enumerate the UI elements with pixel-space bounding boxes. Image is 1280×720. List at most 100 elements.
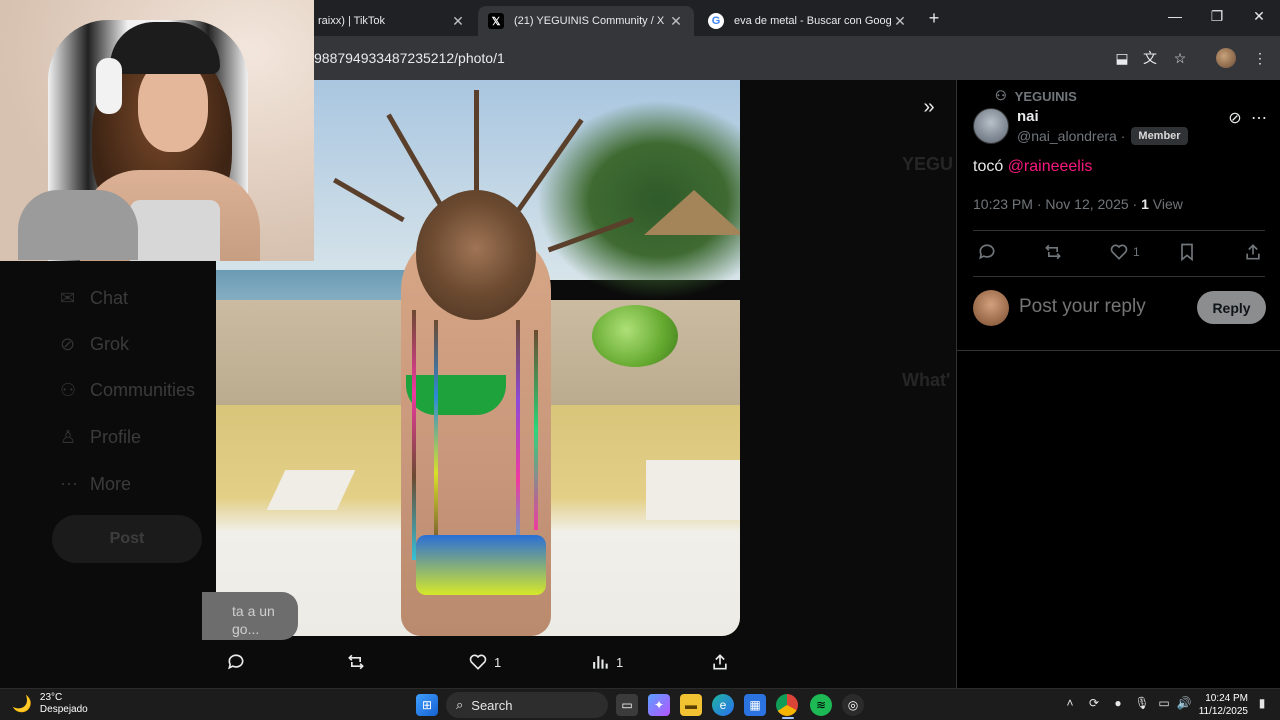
nav-grok[interactable]: ⊘ Grok — [60, 334, 129, 355]
clock-time: 10:24 PM — [1205, 693, 1248, 704]
views-label: View — [1148, 196, 1183, 212]
photo-hair-spike — [474, 90, 479, 200]
volume-icon[interactable]: 🔊 — [1176, 696, 1192, 710]
mail-icon: ✉ — [60, 288, 76, 308]
x-logo-icon: 𝕏 — [488, 13, 504, 29]
heart-icon — [1110, 244, 1128, 260]
photo-braid — [534, 330, 538, 530]
moon-icon: 🌙 — [12, 696, 32, 713]
community-label[interactable]: ⚇ YEGUINIS — [995, 88, 1077, 104]
minimize-button[interactable]: — — [1160, 8, 1190, 24]
close-icon[interactable]: ✕ — [450, 13, 466, 30]
spotify-icon[interactable]: ≋ — [810, 694, 832, 716]
notifications-icon[interactable]: ▮ — [1254, 696, 1270, 710]
nav-label: Grok — [90, 334, 130, 354]
member-badge: Member — [1131, 127, 1188, 145]
url-field[interactable]: 988794933487235212/photo/1 — [314, 50, 505, 66]
share-icon — [713, 654, 727, 670]
nav-profile[interactable]: ♙ Profile — [60, 427, 141, 448]
like-count: 1 — [494, 654, 502, 670]
nav-label: More — [90, 474, 132, 494]
like-button[interactable]: 1 — [1109, 242, 1140, 262]
temperature: 23°C — [39, 692, 63, 703]
weather-widget[interactable]: 🌙 23°C Despejado — [12, 692, 88, 716]
tweet-timestamp[interactable]: 10:23 PM · Nov 12, 2025 · — [973, 196, 1141, 212]
taskbar-search[interactable]: ⌕ Search — [446, 692, 608, 718]
current-user-avatar — [973, 290, 1009, 326]
weather-text: 23°C Despejado — [40, 692, 88, 716]
bookmark-button[interactable] — [1177, 242, 1201, 262]
nav-communities[interactable]: ⚇ Communities — [60, 380, 195, 401]
microphone-icon[interactable]: 🎙 — [1134, 696, 1150, 710]
tab-google[interactable]: G eva de metal - Buscar con Google ✕ — [698, 6, 918, 36]
window-close-button[interactable]: ✕ — [1244, 8, 1274, 25]
communities-icon: ⚇ — [60, 380, 77, 400]
photo-braid — [412, 310, 416, 560]
post-button[interactable]: Post — [52, 515, 202, 563]
obs-icon[interactable]: ◎ — [842, 694, 864, 716]
chrome-icon[interactable] — [776, 694, 798, 716]
photo-share-button[interactable] — [710, 652, 736, 672]
taskbar: 🌙 23°C Despejado ⊞ ⌕ Search ▭ ✦ ▬ e ▦ ≋ … — [0, 688, 1280, 720]
tab-label: raixx) | TikTok — [318, 15, 386, 27]
caption-bubble: ta a un go... — [202, 592, 298, 640]
nav-chat[interactable]: ✉ Chat — [60, 288, 128, 309]
edge-icon[interactable]: e — [712, 694, 734, 716]
network-icon[interactable]: ▭ — [1156, 696, 1172, 710]
repost-button[interactable] — [1043, 242, 1067, 262]
tab-label: eva de metal - Buscar con Google — [734, 15, 892, 27]
chevron-up-icon[interactable]: ˄ — [1062, 696, 1078, 710]
reply-input[interactable] — [1019, 296, 1189, 318]
close-icon[interactable]: ✕ — [668, 13, 684, 30]
share-button[interactable] — [1243, 242, 1267, 262]
translate-icon[interactable]: 文 — [1140, 48, 1160, 68]
more-options-icon[interactable]: ⋯ — [1249, 108, 1269, 128]
menu-kebab-icon[interactable]: ⋮ — [1250, 48, 1270, 68]
tab-yeguinis[interactable]: 𝕏 (21) YEGUINIS Community / X ✕ — [478, 6, 694, 36]
nav-label: Communities — [90, 380, 196, 400]
expand-panel-icon[interactable]: » — [916, 96, 942, 122]
windows-start-icon[interactable]: ⊞ — [416, 694, 438, 716]
photo-views-button[interactable]: 1 — [590, 652, 623, 672]
divider — [973, 276, 1265, 277]
reply-button[interactable] — [977, 242, 1001, 262]
file-explorer-icon[interactable]: ▬ — [680, 694, 702, 716]
store-icon[interactable]: ▦ — [744, 694, 766, 716]
photo-action-bar: 1 1 — [216, 648, 740, 678]
photo-coconut — [592, 305, 678, 367]
bookmark-star-icon[interactable]: ☆ — [1170, 48, 1190, 68]
app-tray-icon[interactable]: ● — [1110, 696, 1126, 710]
photo-reply-button[interactable] — [226, 652, 252, 672]
share-icon — [1246, 244, 1260, 260]
install-app-icon[interactable]: ⬓ — [1112, 48, 1132, 68]
tweet-text-prefix: tocó — [973, 158, 1008, 175]
webcam-top — [130, 200, 220, 261]
search-label: Search — [471, 697, 513, 713]
nav-more[interactable]: ⋯ More — [60, 474, 131, 495]
heart-icon — [469, 654, 487, 670]
copilot-icon[interactable]: ✦ — [648, 694, 670, 716]
new-tab-button[interactable]: + — [924, 8, 944, 29]
tab-tiktok[interactable]: raixx) | TikTok ✕ — [308, 6, 476, 36]
views-chart-icon — [593, 656, 608, 669]
author-handle-row: @nai_alondrera · Member — [1017, 127, 1188, 145]
repost-icon — [1045, 244, 1061, 260]
photo-repost-button[interactable] — [346, 652, 372, 672]
close-icon[interactable]: ✕ — [892, 13, 908, 30]
reply-submit-button[interactable]: Reply — [1197, 291, 1266, 324]
mention-link[interactable]: @raineeelis — [1008, 158, 1093, 175]
author-name[interactable]: nai — [1017, 108, 1039, 125]
author-avatar[interactable] — [973, 108, 1009, 144]
handle-separator: · — [1116, 128, 1126, 144]
photo-like-button[interactable]: 1 — [468, 652, 501, 672]
browser-profile-avatar[interactable] — [1216, 48, 1236, 68]
system-clock[interactable]: 10:24 PM 11/12/2025 — [1196, 692, 1248, 718]
tweet-text: tocó @raineeelis — [973, 158, 1092, 176]
sync-icon[interactable]: ⟳ — [1086, 696, 1102, 710]
author-handle[interactable]: @nai_alondrera — [1017, 128, 1117, 144]
profile-icon: ♙ — [60, 427, 77, 447]
maximize-button[interactable]: ❐ — [1202, 8, 1232, 25]
photo-braid — [434, 320, 438, 550]
grok-explain-icon[interactable]: ⊘ — [1225, 108, 1245, 128]
task-view-icon[interactable]: ▭ — [616, 694, 638, 716]
